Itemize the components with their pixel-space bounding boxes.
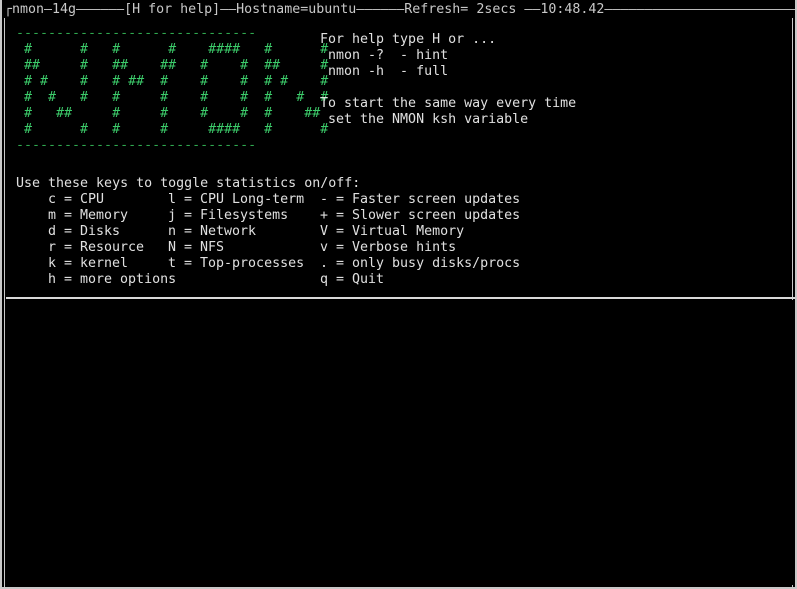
intro-line-1: For help type H or ... — [320, 32, 497, 47]
key-item-virtual-memory[interactable]: V = Virtual Memory — [320, 224, 520, 240]
toggle-keys-column-1: c = CPU m = Memory d = Disks r = Resource k … — [48, 192, 176, 288]
logo-row-4: # # # # # # # # # # — [16, 90, 329, 105]
toggle-keys-column-2: l = CPU Long-term j = Filesystems n = Netw… — [168, 192, 304, 272]
intro-line-2: nmon -? - hint — [320, 48, 449, 63]
title-bar: ┌nmon—14g——————[H for help]——Hostname=ub… — [4, 2, 797, 17]
key-item-top-processes[interactable]: t = Top-processes — [168, 256, 304, 272]
key-item-faster-updates[interactable]: - = Faster screen updates — [320, 192, 520, 208]
window-left-border — [4, 18, 5, 588]
intro-help-text: For help type H or ... nmon -? - hint nm… — [320, 32, 576, 128]
key-item-slower-updates[interactable]: + = Slower screen updates — [320, 208, 520, 224]
key-item-memory[interactable]: m = Memory — [48, 208, 176, 224]
logo-bottom-rule: ------------------------------ — [16, 138, 257, 153]
logo-top-rule: ------------------------------ — [16, 26, 257, 41]
terminal-window[interactable]: ┌nmon—14g——————[H for help]——Hostname=ub… — [0, 0, 797, 589]
empty-terminal-region — [6, 300, 795, 585]
key-item-resource[interactable]: r = Resource — [48, 240, 176, 256]
intro-line-6: set the NMON ksh variable — [320, 112, 529, 127]
toggle-keys-heading: Use these keys to toggle statistics on/o… — [16, 176, 361, 191]
key-item-cpu[interactable]: c = CPU — [48, 192, 176, 208]
nmon-ascii-logo: ------------------------------ # # # # #… — [16, 26, 328, 154]
logo-row-2: ## # ## ## # # ## # — [16, 58, 329, 73]
key-item-busy-disks-procs[interactable]: . = only busy disks/procs — [320, 256, 520, 272]
logo-row-5: # ## # # # # # ## — [16, 106, 321, 121]
toggle-keys-column-3: - = Faster screen updates + = Slower scre… — [320, 192, 520, 288]
key-item-verbose-hints[interactable]: v = Verbose hints — [320, 240, 520, 256]
intro-line-5: To start the same way every time — [320, 96, 577, 111]
key-item-more-options[interactable]: h = more options — [48, 272, 176, 288]
logo-row-6: # # # # #### # # — [16, 122, 329, 137]
key-item-nfs[interactable]: N = NFS — [168, 240, 304, 256]
key-item-disks[interactable]: d = Disks — [48, 224, 176, 240]
logo-row-3: # # # # ## # # # # # # — [16, 74, 329, 89]
logo-row-1: # # # # #### # # — [16, 42, 329, 57]
key-item-filesystems[interactable]: j = Filesystems — [168, 208, 304, 224]
key-item-network[interactable]: n = Network — [168, 224, 304, 240]
key-item-quit[interactable]: q = Quit — [320, 272, 520, 288]
key-item-cpu-long-term[interactable]: l = CPU Long-term — [168, 192, 304, 208]
intro-line-3: nmon -h - full — [320, 64, 449, 79]
section-divider — [6, 297, 795, 299]
key-item-kernel[interactable]: k = kernel — [48, 256, 176, 272]
